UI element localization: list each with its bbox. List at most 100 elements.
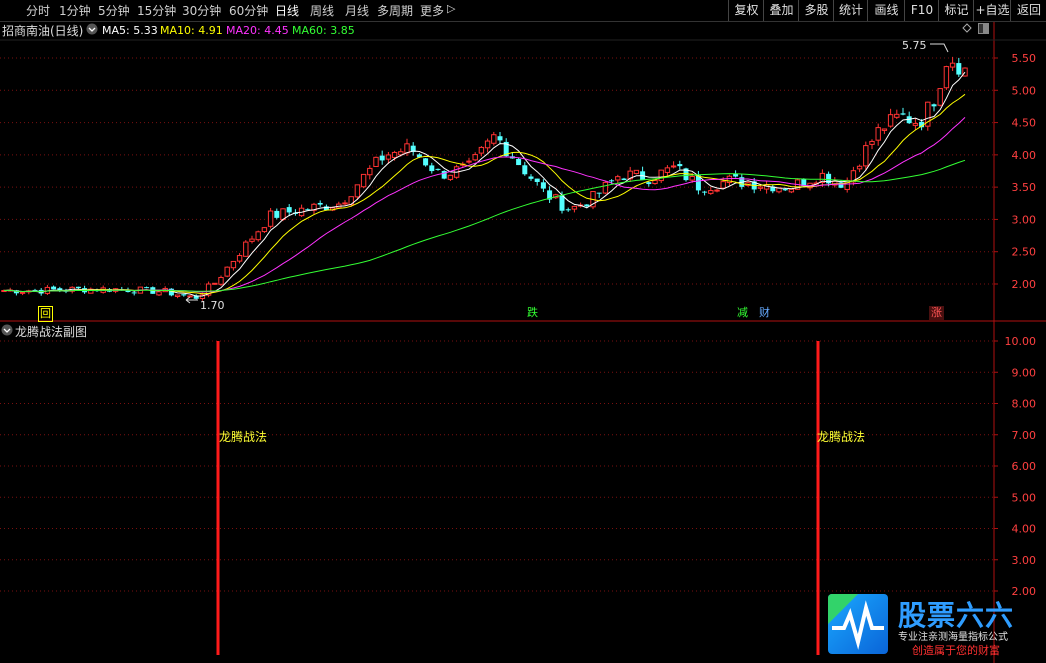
candle-body bbox=[596, 192, 602, 194]
toolbar-button[interactable]: +自选 bbox=[973, 0, 1011, 21]
toolbar-button[interactable]: 多股 bbox=[798, 0, 834, 21]
candle-body bbox=[782, 189, 788, 191]
candle-body bbox=[856, 165, 863, 170]
tab-period[interactable]: 30分钟 bbox=[182, 2, 221, 19]
y-tick-label: 8.00 bbox=[1012, 398, 1037, 411]
toolbar-button[interactable]: 画线 bbox=[867, 0, 905, 21]
y-tick-label: 3.00 bbox=[1012, 213, 1037, 226]
chart-canvas[interactable]: 5.50 5.00 4.50 4.00 3.50 3.00 2.50 2.00 10.00 9.0… bbox=[0, 0, 1046, 663]
candle-body bbox=[218, 276, 224, 285]
candle-body bbox=[702, 191, 708, 193]
candle-body bbox=[478, 146, 485, 154]
candle-body bbox=[869, 140, 875, 145]
candle-body bbox=[602, 181, 609, 194]
signal-label: 龙腾战法 bbox=[817, 430, 866, 444]
y-tick-label: 10.00 bbox=[1005, 335, 1037, 348]
candle-body bbox=[354, 184, 361, 198]
event-marker[interactable]: 财 bbox=[757, 306, 772, 320]
candle-body bbox=[621, 178, 627, 181]
candle-body bbox=[689, 175, 695, 181]
ma-legend-item: MA5: 5.33 bbox=[102, 24, 158, 37]
event-marker[interactable]: 跌 bbox=[525, 306, 540, 320]
candle-body bbox=[187, 295, 193, 298]
y-tick-label: 7.00 bbox=[1012, 429, 1037, 442]
low-price-label: 1.70 bbox=[200, 299, 225, 312]
candle-body bbox=[236, 255, 243, 262]
chevron-down-icon[interactable] bbox=[1, 324, 13, 339]
candle-body bbox=[584, 204, 590, 207]
candle-body bbox=[174, 294, 181, 297]
candle-body bbox=[286, 207, 292, 213]
toolbar-button[interactable]: 统计 bbox=[833, 0, 868, 21]
candle-body bbox=[788, 188, 795, 193]
candle-body bbox=[956, 63, 962, 75]
y-tick-label: 4.50 bbox=[1012, 117, 1037, 130]
toolbar-button[interactable]: 返回 bbox=[1010, 0, 1046, 21]
candle-body bbox=[664, 167, 671, 173]
diamond-icon[interactable] bbox=[962, 23, 972, 36]
tab-period[interactable]: 分时 bbox=[26, 2, 50, 19]
candle-body bbox=[571, 205, 578, 210]
tab-period[interactable]: 60分钟 bbox=[229, 2, 268, 19]
tab-period[interactable]: 日线 bbox=[275, 2, 299, 19]
candle-body bbox=[708, 190, 714, 194]
candle-body bbox=[423, 158, 429, 166]
candle-body bbox=[894, 113, 900, 118]
candle-body bbox=[484, 140, 491, 149]
candle-body bbox=[131, 292, 137, 294]
event-marker[interactable]: 减 bbox=[735, 306, 750, 320]
ma-legend-item: MA10: 4.91 bbox=[160, 24, 223, 37]
tab-period[interactable]: 多周期 bbox=[377, 2, 413, 19]
candle-body bbox=[317, 202, 323, 205]
candle-body bbox=[559, 195, 565, 211]
candle-body bbox=[274, 210, 280, 218]
candle-body bbox=[633, 169, 640, 175]
toolbar-button[interactable]: 叠加 bbox=[763, 0, 799, 21]
y-tick-label: 2.00 bbox=[1012, 278, 1037, 291]
ma-line bbox=[3, 93, 966, 295]
event-marker[interactable]: 回 bbox=[38, 306, 53, 322]
candle-body bbox=[385, 154, 392, 160]
tab-period[interactable]: 月线 bbox=[345, 2, 369, 19]
candle-body bbox=[534, 178, 540, 182]
candle-body bbox=[565, 209, 571, 211]
candle-body bbox=[75, 286, 81, 289]
candle-body bbox=[609, 180, 615, 182]
candle-body bbox=[881, 128, 888, 131]
candle-body bbox=[212, 282, 218, 285]
candle-body bbox=[230, 260, 237, 269]
logo-slogan: 创造属于您的财富 bbox=[912, 644, 1000, 657]
high-price-label: 5.75 bbox=[902, 39, 927, 52]
candle-body bbox=[677, 164, 683, 167]
toolbar-button[interactable]: F10 bbox=[904, 0, 939, 21]
candle-body bbox=[670, 165, 677, 168]
candle-body bbox=[447, 174, 454, 180]
stock-title: 招商南油(日线) bbox=[2, 24, 84, 38]
chevron-down-icon[interactable] bbox=[86, 23, 98, 38]
candle-body bbox=[937, 88, 943, 106]
ma-line bbox=[3, 117, 966, 293]
candle-body bbox=[261, 227, 268, 233]
y-tick-label: 3.00 bbox=[1012, 554, 1037, 567]
candle-body bbox=[652, 179, 658, 185]
candle-body bbox=[943, 66, 950, 89]
tab-period[interactable]: 5分钟 bbox=[98, 2, 130, 19]
tab-period[interactable]: 1分钟 bbox=[59, 2, 91, 19]
toolbar-button[interactable]: 标记 bbox=[938, 0, 974, 21]
event-marker[interactable]: 涨 bbox=[929, 306, 944, 320]
tab-period[interactable]: 更多 bbox=[420, 2, 444, 19]
candle-body bbox=[181, 294, 187, 296]
tab-period[interactable]: 15分钟 bbox=[137, 2, 176, 19]
chevron-right-icon[interactable]: ▷ bbox=[447, 2, 455, 15]
window-icon[interactable] bbox=[978, 23, 989, 37]
candle-body bbox=[875, 127, 881, 141]
watermark-logo: 股票六六 专业注亲测海量指标公式 创造属于您的财富 bbox=[828, 594, 1028, 660]
candle-body bbox=[491, 134, 497, 144]
candle-body bbox=[528, 176, 534, 179]
y-tick-label: 3.50 bbox=[1012, 181, 1037, 194]
toolbar-button[interactable]: 复权 bbox=[728, 0, 764, 21]
candle-body bbox=[373, 156, 379, 168]
tab-period[interactable]: 周线 bbox=[310, 2, 334, 19]
ma-legend-item: MA60: 3.85 bbox=[292, 24, 355, 37]
candle-body bbox=[156, 291, 162, 296]
